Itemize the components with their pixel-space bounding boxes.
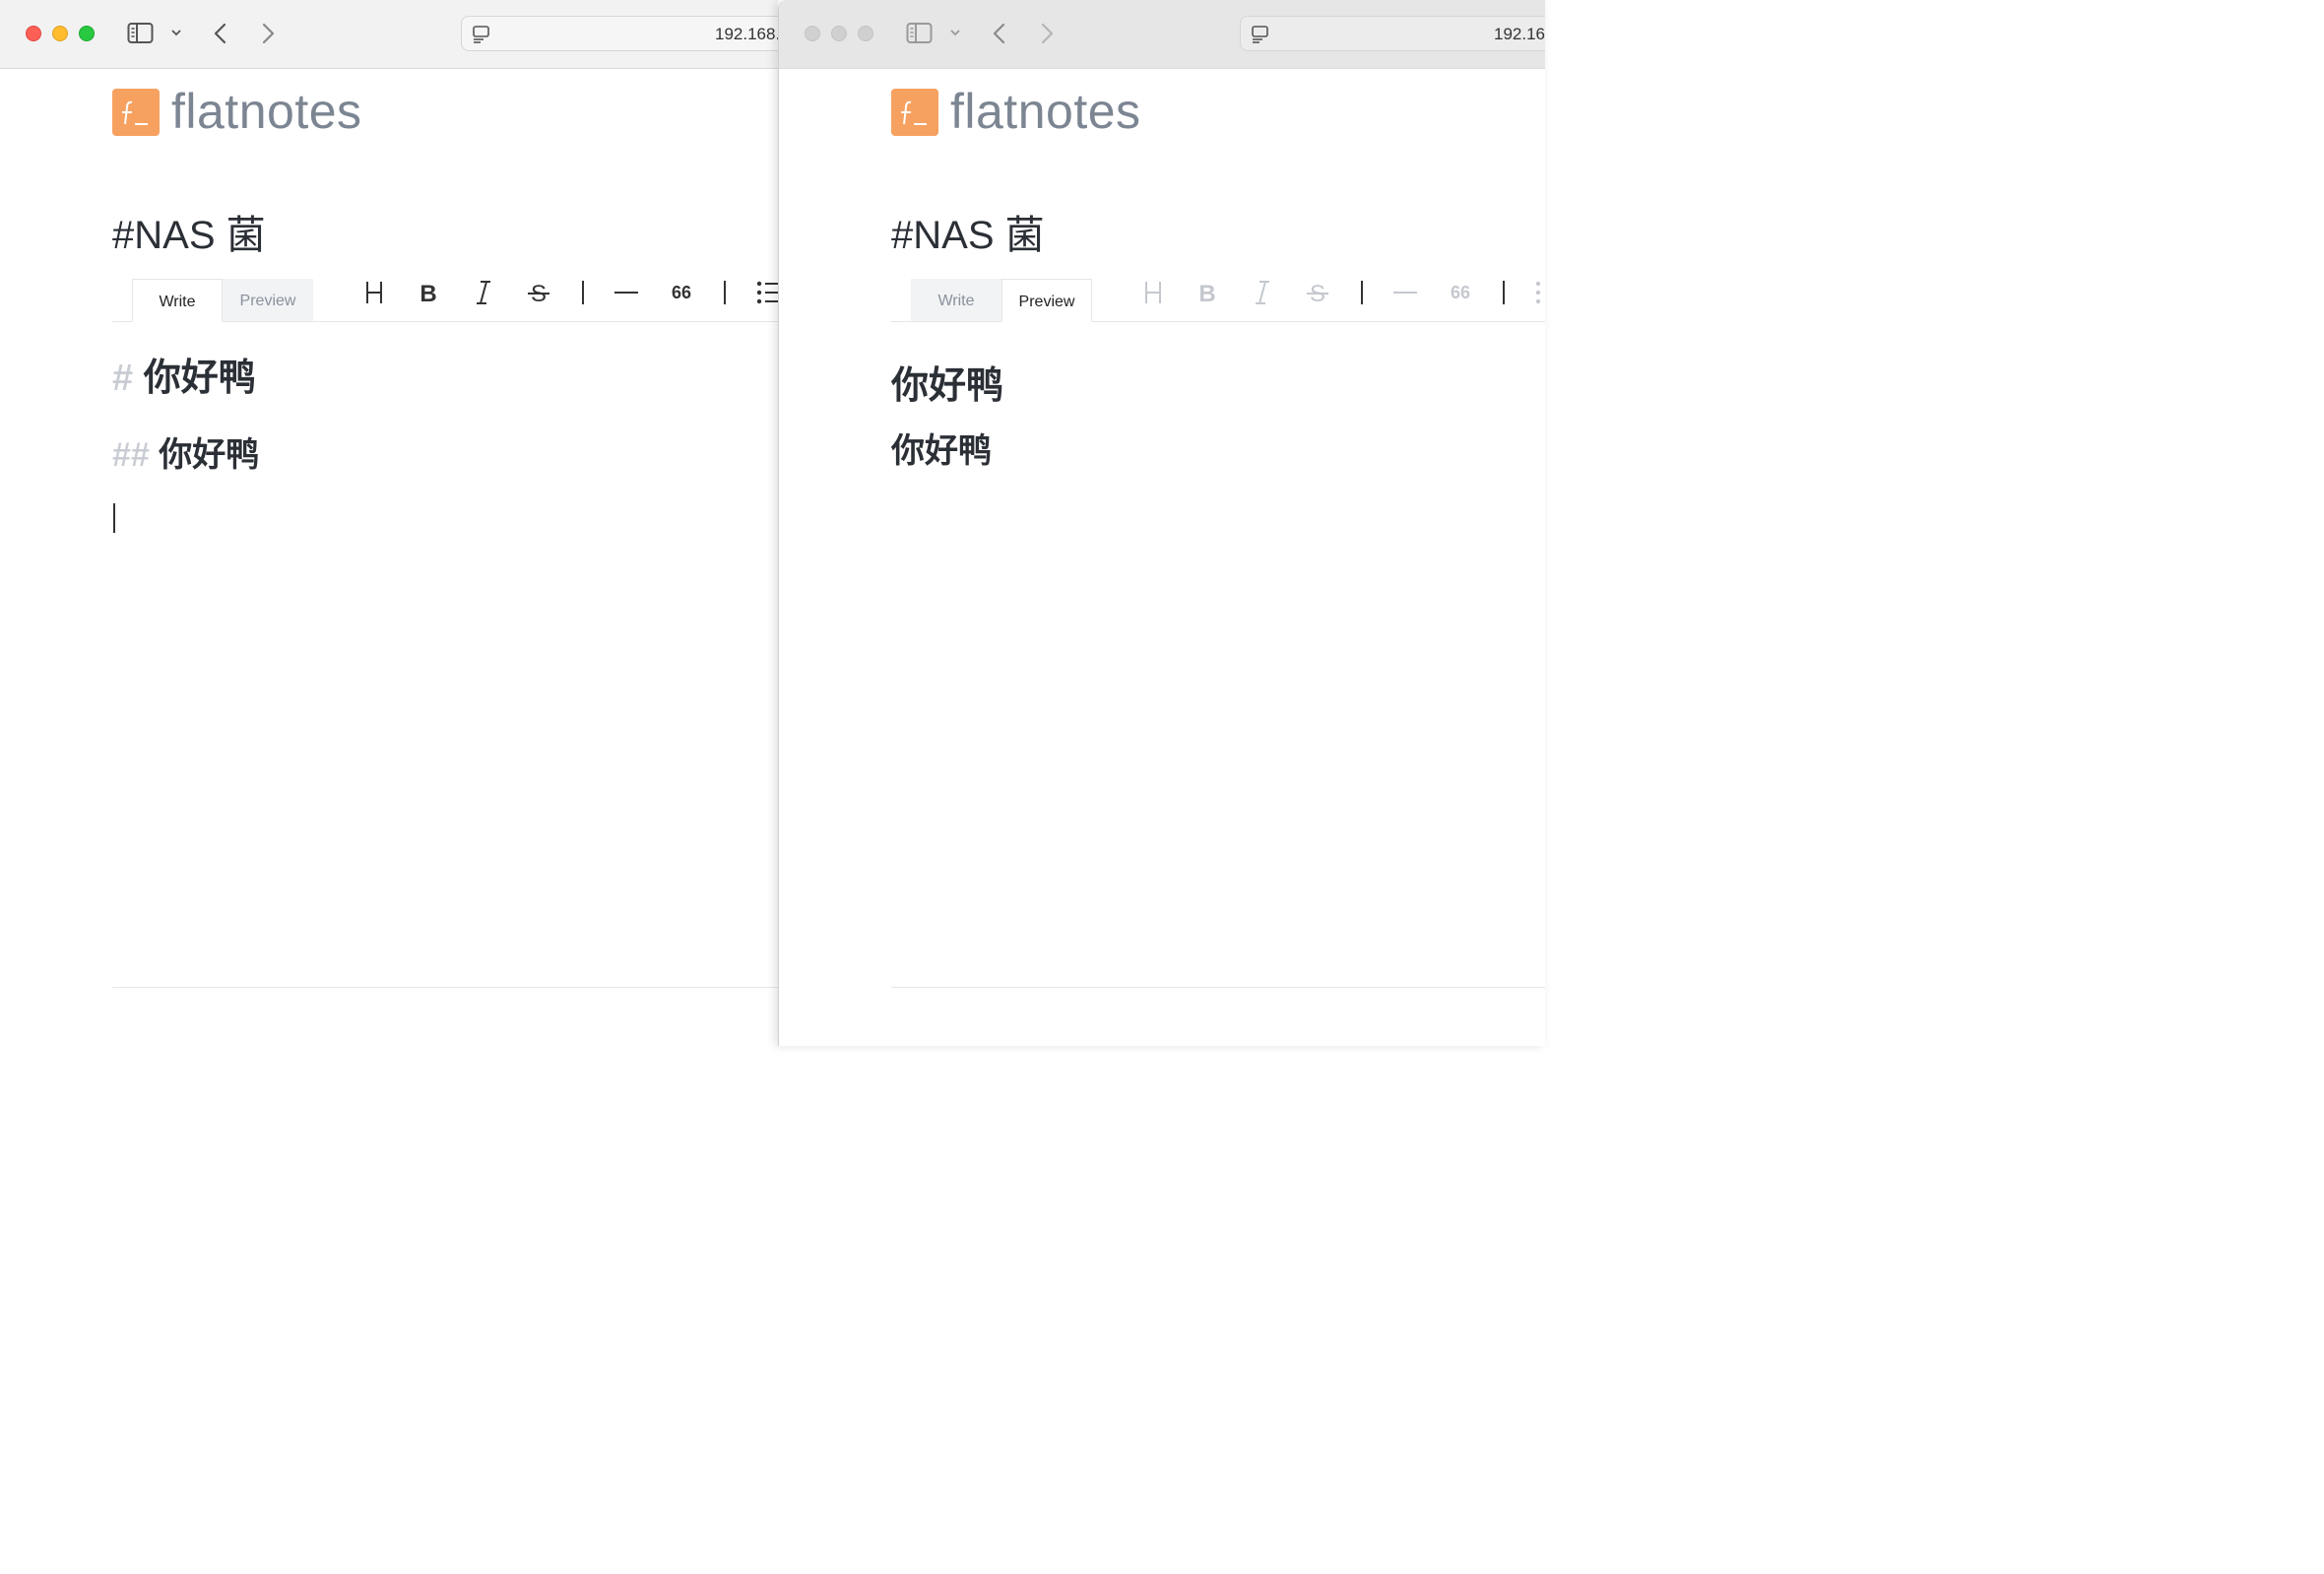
note-title: #NAS 菌 (112, 214, 266, 257)
sidebar-toggle-icon[interactable] (906, 22, 934, 45)
url-text: 192.16 (1494, 25, 1545, 43)
text-cursor (113, 503, 115, 533)
heading-icon[interactable] (1142, 278, 1164, 307)
logo[interactable] (891, 89, 938, 136)
page-menu-icon[interactable] (1251, 25, 1270, 44)
forward-icon[interactable] (1037, 22, 1057, 45)
divider (112, 987, 778, 988)
minimize-window-button[interactable] (52, 26, 68, 41)
bold-icon[interactable]: B (418, 278, 439, 307)
page-menu-icon[interactable] (472, 25, 491, 44)
editor-line-h1[interactable]: # 你好鸭 (112, 347, 256, 401)
toolbar-divider (582, 281, 584, 304)
brand-name[interactable]: flatnotes (171, 83, 362, 140)
bold-icon[interactable]: B (1196, 278, 1218, 307)
strikethrough-icon[interactable]: S (527, 278, 550, 307)
svg-text:B: B (420, 281, 436, 307)
browser-window-left: 192.168. flatnotes #NAS 菌 Write Preview … (0, 0, 778, 1046)
address-bar[interactable]: 192.16 (1240, 16, 1545, 51)
address-bar[interactable]: 192.168. (461, 16, 778, 51)
flatnotes-logo-icon (122, 100, 148, 125)
sidebar-toggle-icon[interactable] (127, 22, 155, 45)
markdown-heading-mark: # (112, 358, 134, 399)
toolbar-divider (1361, 281, 1363, 304)
editor-line-h2[interactable]: ## 你好鸭 (112, 427, 259, 476)
markdown-heading-mark: ## (112, 436, 150, 474)
close-window-button[interactable] (26, 26, 41, 41)
editor-text: 你好鸭 (143, 358, 256, 399)
back-icon[interactable] (211, 22, 230, 45)
tab-write[interactable]: Write (911, 279, 1001, 321)
horizontal-rule-icon[interactable] (613, 278, 639, 307)
svg-text:66: 66 (1451, 283, 1470, 302)
browser-window-right: 192.16 flatnotes #NAS 菌 Write Preview B (778, 0, 1545, 1046)
back-icon[interactable] (990, 22, 1009, 45)
editor-tabs: Write Preview (891, 278, 1545, 322)
heading-icon[interactable] (363, 278, 385, 307)
tab-preview[interactable]: Preview (1001, 279, 1092, 322)
minimize-window-button[interactable] (831, 26, 847, 41)
editor-text: 你好鸭 (159, 436, 260, 474)
tab-write[interactable]: Write (132, 279, 223, 322)
italic-icon[interactable] (473, 278, 494, 307)
flatnotes-logo-icon (901, 100, 927, 125)
zoom-window-button[interactable] (858, 26, 873, 41)
divider (891, 987, 1545, 988)
logo[interactable] (112, 89, 160, 136)
horizontal-rule-icon[interactable] (1392, 278, 1418, 307)
titlebar: 192.168. (0, 0, 778, 69)
note-title: #NAS 菌 (891, 214, 1045, 257)
chevron-down-icon[interactable] (169, 28, 183, 39)
quote-icon[interactable]: 66 (670, 278, 693, 307)
bullet-list-icon[interactable] (756, 278, 778, 307)
toolbar-divider (724, 281, 726, 304)
titlebar: 192.16 (779, 0, 1545, 69)
zoom-window-button[interactable] (79, 26, 95, 41)
url-text: 192.168. (715, 25, 778, 43)
italic-icon[interactable] (1252, 278, 1273, 307)
svg-text:66: 66 (672, 283, 691, 302)
preview-heading-2: 你好鸭 (891, 432, 992, 470)
bullet-list-icon[interactable] (1535, 278, 1545, 307)
tab-preview[interactable]: Preview (223, 279, 313, 321)
svg-text:B: B (1198, 281, 1215, 307)
strikethrough-icon[interactable]: S (1306, 278, 1329, 307)
close-window-button[interactable] (805, 26, 820, 41)
brand-name[interactable]: flatnotes (950, 83, 1141, 140)
quote-icon[interactable]: 66 (1449, 278, 1472, 307)
toolbar-divider (1503, 281, 1505, 304)
forward-icon[interactable] (258, 22, 278, 45)
chevron-down-icon[interactable] (948, 28, 962, 39)
preview-heading-1: 你好鸭 (891, 365, 1004, 407)
